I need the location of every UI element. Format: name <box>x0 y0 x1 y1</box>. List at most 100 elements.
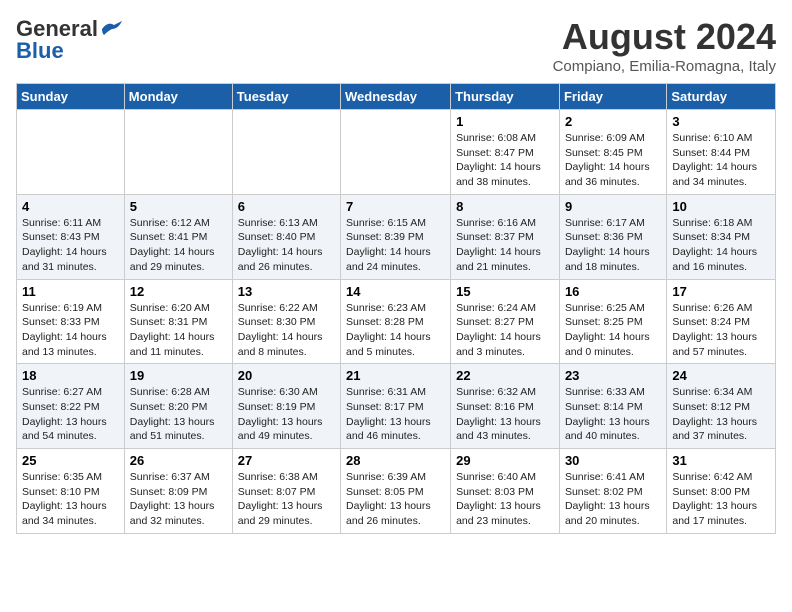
day-number: 24 <box>672 368 770 383</box>
weekday-header-cell: Friday <box>559 84 666 110</box>
day-number: 17 <box>672 284 770 299</box>
day-detail: Sunrise: 6:38 AM Sunset: 8:07 PM Dayligh… <box>238 470 335 529</box>
day-detail: Sunrise: 6:42 AM Sunset: 8:00 PM Dayligh… <box>672 470 770 529</box>
calendar-cell: 15 Sunrise: 6:24 AM Sunset: 8:27 PM Dayli… <box>451 279 560 364</box>
day-detail: Sunrise: 6:18 AM Sunset: 8:34 PM Dayligh… <box>672 216 770 275</box>
day-number: 27 <box>238 453 335 468</box>
weekday-header-cell: Sunday <box>17 84 125 110</box>
logo: General Blue <box>16 16 124 64</box>
calendar-cell: 16Sunrise: 6:25 AM Sunset: 8:25 PM Dayli… <box>559 279 666 364</box>
calendar-cell <box>341 110 451 195</box>
calendar-cell: 2 Sunrise: 6:09 AM Sunset: 8:45 PM Daylig… <box>559 110 666 195</box>
weekday-header-cell: Saturday <box>667 84 776 110</box>
calendar-cell <box>232 110 340 195</box>
day-detail: Sunrise: 6:25 AM Sunset: 8:25 PM Dayligh… <box>565 301 661 360</box>
calendar-cell: 13 Sunrise: 6:22 AM Sunset: 8:30 PM Dayli… <box>232 279 340 364</box>
weekday-header-cell: Tuesday <box>232 84 340 110</box>
day-detail: Sunrise: 6:19 AM Sunset: 8:33 PM Dayligh… <box>22 301 119 360</box>
logo-bird-icon <box>100 21 122 37</box>
day-detail: Sunrise: 6:08 AM Sunset: 8:47 PM Dayligh… <box>456 131 554 190</box>
day-number: 25 <box>22 453 119 468</box>
calendar-cell: 10Sunrise: 6:18 AM Sunset: 8:34 PM Dayli… <box>667 194 776 279</box>
calendar-cell: 4Sunrise: 6:11 AM Sunset: 8:43 PM Daylig… <box>17 194 125 279</box>
calendar-week-row: 1 Sunrise: 6:08 AM Sunset: 8:47 PM Daylig… <box>17 110 776 195</box>
calendar-body: 1 Sunrise: 6:08 AM Sunset: 8:47 PM Daylig… <box>17 110 776 534</box>
day-detail: Sunrise: 6:33 AM Sunset: 8:14 PM Dayligh… <box>565 385 661 444</box>
calendar-cell: 22 Sunrise: 6:32 AM Sunset: 8:16 PM Dayli… <box>451 364 560 449</box>
day-detail: Sunrise: 6:15 AM Sunset: 8:39 PM Dayligh… <box>346 216 445 275</box>
day-number: 19 <box>130 368 227 383</box>
day-number: 21 <box>346 368 445 383</box>
calendar-week-row: 4Sunrise: 6:11 AM Sunset: 8:43 PM Daylig… <box>17 194 776 279</box>
day-number: 31 <box>672 453 770 468</box>
day-number: 23 <box>565 368 661 383</box>
day-detail: Sunrise: 6:27 AM Sunset: 8:22 PM Dayligh… <box>22 385 119 444</box>
day-number: 9 <box>565 199 661 214</box>
day-detail: Sunrise: 6:30 AM Sunset: 8:19 PM Dayligh… <box>238 385 335 444</box>
day-detail: Sunrise: 6:22 AM Sunset: 8:30 PM Dayligh… <box>238 301 335 360</box>
calendar-cell: 28Sunrise: 6:39 AM Sunset: 8:05 PM Dayli… <box>341 449 451 534</box>
day-detail: Sunrise: 6:35 AM Sunset: 8:10 PM Dayligh… <box>22 470 119 529</box>
day-number: 18 <box>22 368 119 383</box>
calendar-cell: 21 Sunrise: 6:31 AM Sunset: 8:17 PM Dayli… <box>341 364 451 449</box>
day-number: 5 <box>130 199 227 214</box>
calendar-cell: 24Sunrise: 6:34 AM Sunset: 8:12 PM Dayli… <box>667 364 776 449</box>
calendar-cell: 29 Sunrise: 6:40 AM Sunset: 8:03 PM Dayli… <box>451 449 560 534</box>
calendar-week-row: 18 Sunrise: 6:27 AM Sunset: 8:22 PM Dayli… <box>17 364 776 449</box>
calendar-cell: 1 Sunrise: 6:08 AM Sunset: 8:47 PM Daylig… <box>451 110 560 195</box>
weekday-header-cell: Wednesday <box>341 84 451 110</box>
day-detail: Sunrise: 6:32 AM Sunset: 8:16 PM Dayligh… <box>456 385 554 444</box>
calendar-cell: 20 Sunrise: 6:30 AM Sunset: 8:19 PM Dayli… <box>232 364 340 449</box>
weekday-header-cell: Monday <box>124 84 232 110</box>
calendar-cell: 9 Sunrise: 6:17 AM Sunset: 8:36 PM Daylig… <box>559 194 666 279</box>
calendar-cell: 11 Sunrise: 6:19 AM Sunset: 8:33 PM Dayli… <box>17 279 125 364</box>
day-detail: Sunrise: 6:13 AM Sunset: 8:40 PM Dayligh… <box>238 216 335 275</box>
day-number: 6 <box>238 199 335 214</box>
day-detail: Sunrise: 6:28 AM Sunset: 8:20 PM Dayligh… <box>130 385 227 444</box>
calendar-cell: 6 Sunrise: 6:13 AM Sunset: 8:40 PM Daylig… <box>232 194 340 279</box>
calendar-cell: 27 Sunrise: 6:38 AM Sunset: 8:07 PM Dayli… <box>232 449 340 534</box>
calendar-cell: 8 Sunrise: 6:16 AM Sunset: 8:37 PM Daylig… <box>451 194 560 279</box>
calendar-cell: 3Sunrise: 6:10 AM Sunset: 8:44 PM Daylig… <box>667 110 776 195</box>
page-header: General Blue August 2024 Compiano, Emili… <box>16 16 776 75</box>
day-number: 28 <box>346 453 445 468</box>
day-number: 15 <box>456 284 554 299</box>
day-number: 30 <box>565 453 661 468</box>
calendar-week-row: 25 Sunrise: 6:35 AM Sunset: 8:10 PM Dayli… <box>17 449 776 534</box>
day-detail: Sunrise: 6:16 AM Sunset: 8:37 PM Dayligh… <box>456 216 554 275</box>
day-detail: Sunrise: 6:09 AM Sunset: 8:45 PM Dayligh… <box>565 131 661 190</box>
day-number: 22 <box>456 368 554 383</box>
day-detail: Sunrise: 6:40 AM Sunset: 8:03 PM Dayligh… <box>456 470 554 529</box>
title-area: August 2024 Compiano, Emilia-Romagna, It… <box>553 16 776 75</box>
day-detail: Sunrise: 6:10 AM Sunset: 8:44 PM Dayligh… <box>672 131 770 190</box>
day-number: 2 <box>565 114 661 129</box>
day-number: 13 <box>238 284 335 299</box>
calendar-cell: 26Sunrise: 6:37 AM Sunset: 8:09 PM Dayli… <box>124 449 232 534</box>
calendar-cell: 18 Sunrise: 6:27 AM Sunset: 8:22 PM Dayli… <box>17 364 125 449</box>
day-number: 11 <box>22 284 119 299</box>
calendar-table: SundayMondayTuesdayWednesdayThursdayFrid… <box>16 83 776 534</box>
day-detail: Sunrise: 6:31 AM Sunset: 8:17 PM Dayligh… <box>346 385 445 444</box>
calendar-cell: 5 Sunrise: 6:12 AM Sunset: 8:41 PM Daylig… <box>124 194 232 279</box>
day-number: 26 <box>130 453 227 468</box>
day-detail: Sunrise: 6:20 AM Sunset: 8:31 PM Dayligh… <box>130 301 227 360</box>
calendar-cell: 19 Sunrise: 6:28 AM Sunset: 8:20 PM Dayli… <box>124 364 232 449</box>
day-number: 4 <box>22 199 119 214</box>
day-detail: Sunrise: 6:17 AM Sunset: 8:36 PM Dayligh… <box>565 216 661 275</box>
calendar-cell: 30 Sunrise: 6:41 AM Sunset: 8:02 PM Dayli… <box>559 449 666 534</box>
month-year: August 2024 <box>553 16 776 58</box>
location: Compiano, Emilia-Romagna, Italy <box>553 58 776 75</box>
calendar-cell <box>124 110 232 195</box>
day-number: 29 <box>456 453 554 468</box>
calendar-cell: 7Sunrise: 6:15 AM Sunset: 8:39 PM Daylig… <box>341 194 451 279</box>
day-number: 1 <box>456 114 554 129</box>
day-number: 8 <box>456 199 554 214</box>
calendar-cell: 12Sunrise: 6:20 AM Sunset: 8:31 PM Dayli… <box>124 279 232 364</box>
day-number: 20 <box>238 368 335 383</box>
day-number: 14 <box>346 284 445 299</box>
day-detail: Sunrise: 6:41 AM Sunset: 8:02 PM Dayligh… <box>565 470 661 529</box>
day-detail: Sunrise: 6:12 AM Sunset: 8:41 PM Dayligh… <box>130 216 227 275</box>
day-detail: Sunrise: 6:24 AM Sunset: 8:27 PM Dayligh… <box>456 301 554 360</box>
logo-blue: Blue <box>16 38 64 64</box>
weekday-header-cell: Thursday <box>451 84 560 110</box>
